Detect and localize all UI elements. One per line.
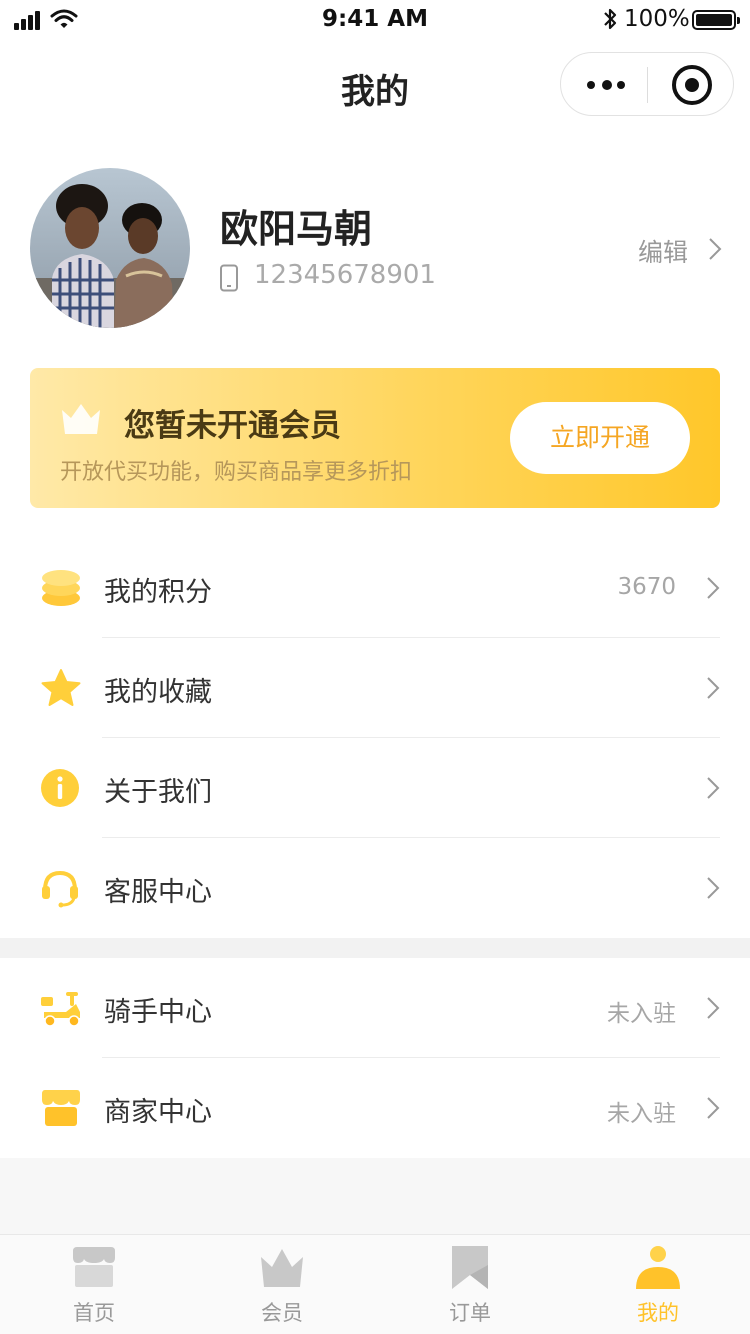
tab-orders[interactable]: 订单 xyxy=(376,1235,564,1334)
navigation-bar: 我的 xyxy=(0,40,750,130)
menu-group-primary: 我的积分 3670 我的收藏 关于我们 客服中心 xyxy=(0,538,750,938)
chevron-right-icon xyxy=(707,577,720,599)
membership-title: 您暂未开通会员 xyxy=(124,408,341,444)
points-value: 3670 xyxy=(617,574,676,600)
menu-item-rider-center[interactable]: 骑手中心 未入驻 xyxy=(0,958,750,1058)
phone-number: 12345678901 xyxy=(254,260,436,290)
chevron-right-icon xyxy=(707,777,720,799)
user-name: 欧阳马朝 xyxy=(220,207,373,251)
tab-mine[interactable]: 我的 xyxy=(564,1235,750,1334)
close-target-icon[interactable] xyxy=(672,65,712,105)
section-gap xyxy=(0,938,750,958)
battery-percent: 100% xyxy=(624,6,690,32)
chevron-right-icon xyxy=(707,997,720,1019)
info-icon xyxy=(41,769,79,807)
person-icon xyxy=(636,1246,680,1289)
menu-item-customer-service[interactable]: 客服中心 xyxy=(0,838,750,938)
tab-label: 订单 xyxy=(449,1301,491,1325)
store-icon xyxy=(42,1090,80,1126)
scooter-icon xyxy=(41,992,80,1027)
menu-item-favorites[interactable]: 我的收藏 xyxy=(0,638,750,738)
crown-icon xyxy=(62,404,100,434)
menu-label: 客服中心 xyxy=(104,877,212,908)
capsule-divider xyxy=(647,67,648,103)
tab-label: 我的 xyxy=(637,1301,679,1325)
phone-icon xyxy=(220,264,238,292)
menu-label: 我的收藏 xyxy=(104,677,212,708)
tab-bar: 首页 会员 订单 我的 xyxy=(0,1234,750,1334)
rider-status: 未入驻 xyxy=(607,1001,676,1027)
more-options-icon[interactable] xyxy=(587,79,627,91)
coins-icon xyxy=(42,570,80,606)
menu-label: 骑手中心 xyxy=(104,997,212,1028)
menu-label: 我的积分 xyxy=(104,577,212,608)
tab-label: 会员 xyxy=(261,1301,303,1325)
chevron-right-icon xyxy=(707,877,720,899)
menu-item-points[interactable]: 我的积分 3670 xyxy=(0,538,750,638)
chevron-right-icon xyxy=(707,677,720,699)
membership-subtitle: 开放代买功能，购买商品享更多折扣 xyxy=(60,460,413,485)
profile-section: 欧阳马朝 12345678901 编辑 您暂未开通会员 开放代买功能，购买商品享… xyxy=(0,130,750,940)
avatar[interactable] xyxy=(30,168,190,328)
tab-home[interactable]: 首页 xyxy=(0,1235,188,1334)
crown-icon xyxy=(261,1249,303,1287)
tab-membership[interactable]: 会员 xyxy=(188,1235,376,1334)
star-icon xyxy=(41,669,81,706)
menu-item-merchant-center[interactable]: 商家中心 未入驻 xyxy=(0,1058,750,1158)
edit-label: 编辑 xyxy=(638,238,689,267)
tab-label: 首页 xyxy=(73,1301,115,1325)
menu-item-about[interactable]: 关于我们 xyxy=(0,738,750,838)
activate-membership-button[interactable]: 立即开通 xyxy=(510,402,690,474)
merchant-status: 未入驻 xyxy=(607,1101,676,1127)
bluetooth-icon xyxy=(604,8,617,30)
membership-banner: 您暂未开通会员 开放代买功能，购买商品享更多折扣 立即开通 xyxy=(30,368,720,508)
page: 9:41 AM 100% 我的 欧阳马朝 12345678901 编辑 您暂未开… xyxy=(0,0,750,1334)
edit-profile-link[interactable]: 编辑 xyxy=(638,233,728,269)
status-bar: 9:41 AM 100% xyxy=(0,0,750,40)
menu-group-secondary: 骑手中心 未入驻 商家中心 未入驻 xyxy=(0,958,750,1158)
mini-program-capsule xyxy=(560,52,734,116)
chevron-right-icon xyxy=(707,1097,720,1119)
bookmark-icon xyxy=(452,1246,488,1289)
store-icon xyxy=(73,1247,115,1287)
menu-label: 商家中心 xyxy=(104,1097,212,1128)
headset-icon xyxy=(42,870,78,908)
menu-label: 关于我们 xyxy=(104,777,212,808)
chevron-right-icon xyxy=(709,238,722,260)
battery-icon xyxy=(692,10,740,30)
